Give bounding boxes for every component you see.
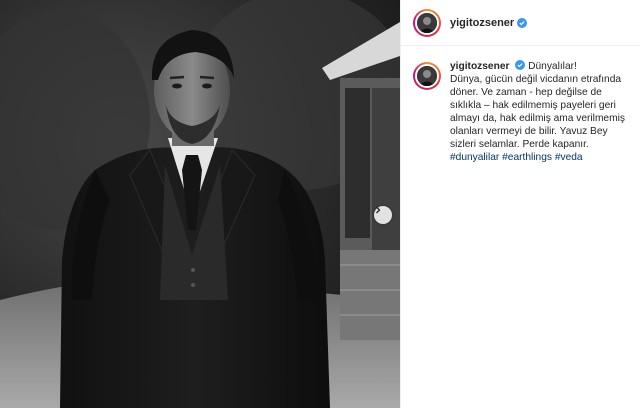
caption-line: döner. Ve zaman - hep değilse de (450, 87, 602, 98)
hashtag-link[interactable]: #earthlings (502, 152, 552, 163)
caption-line: almayı da, hak edilmiş ama verilmemiş (450, 113, 625, 124)
portrait-illustration (0, 0, 400, 408)
profile-avatar-ring[interactable] (413, 8, 441, 37)
caption-text: yigitozsener Dünyalılar! Dünya, gücün de… (450, 60, 628, 164)
avatar-image (417, 12, 437, 33)
header-username[interactable]: yigitozsener (450, 17, 514, 29)
caption-line: sıklıkla – hak edilmemiş payeleri geri (450, 100, 616, 111)
avatar (415, 10, 439, 35)
caption-username[interactable]: yigitozsener (450, 61, 509, 72)
hashtag-link[interactable]: #veda (555, 152, 583, 163)
avatar-image (417, 66, 437, 86)
verified-badge-icon (517, 17, 528, 28)
post-header: yigitozsener (401, 0, 640, 46)
avatar (415, 64, 439, 88)
caption-line: Dünya, gücün değil vicdanın etrafında (450, 74, 622, 85)
caption-title: Dünyalılar! (528, 61, 577, 72)
chevron-right-icon (376, 206, 381, 214)
caption-comment: yigitozsener Dünyalılar! Dünya, gücün de… (401, 46, 640, 164)
post-side-panel: yigitozsener yigitozsener Dünyalılar! Dü… (400, 0, 640, 408)
hashtags: #dunyalilar #earthlings #veda (450, 151, 628, 164)
verified-badge-icon (515, 60, 526, 70)
caption-line: sizleri selamlar. Perde kapanır. (450, 139, 589, 150)
post-photo (0, 0, 400, 408)
caption-line: olanları vermeyi de bilir. Yavuz Bey (450, 126, 608, 137)
caption-avatar-ring[interactable] (413, 62, 441, 90)
hashtag-link[interactable]: #dunyalilar (450, 152, 499, 163)
next-photo-button[interactable] (374, 206, 392, 224)
